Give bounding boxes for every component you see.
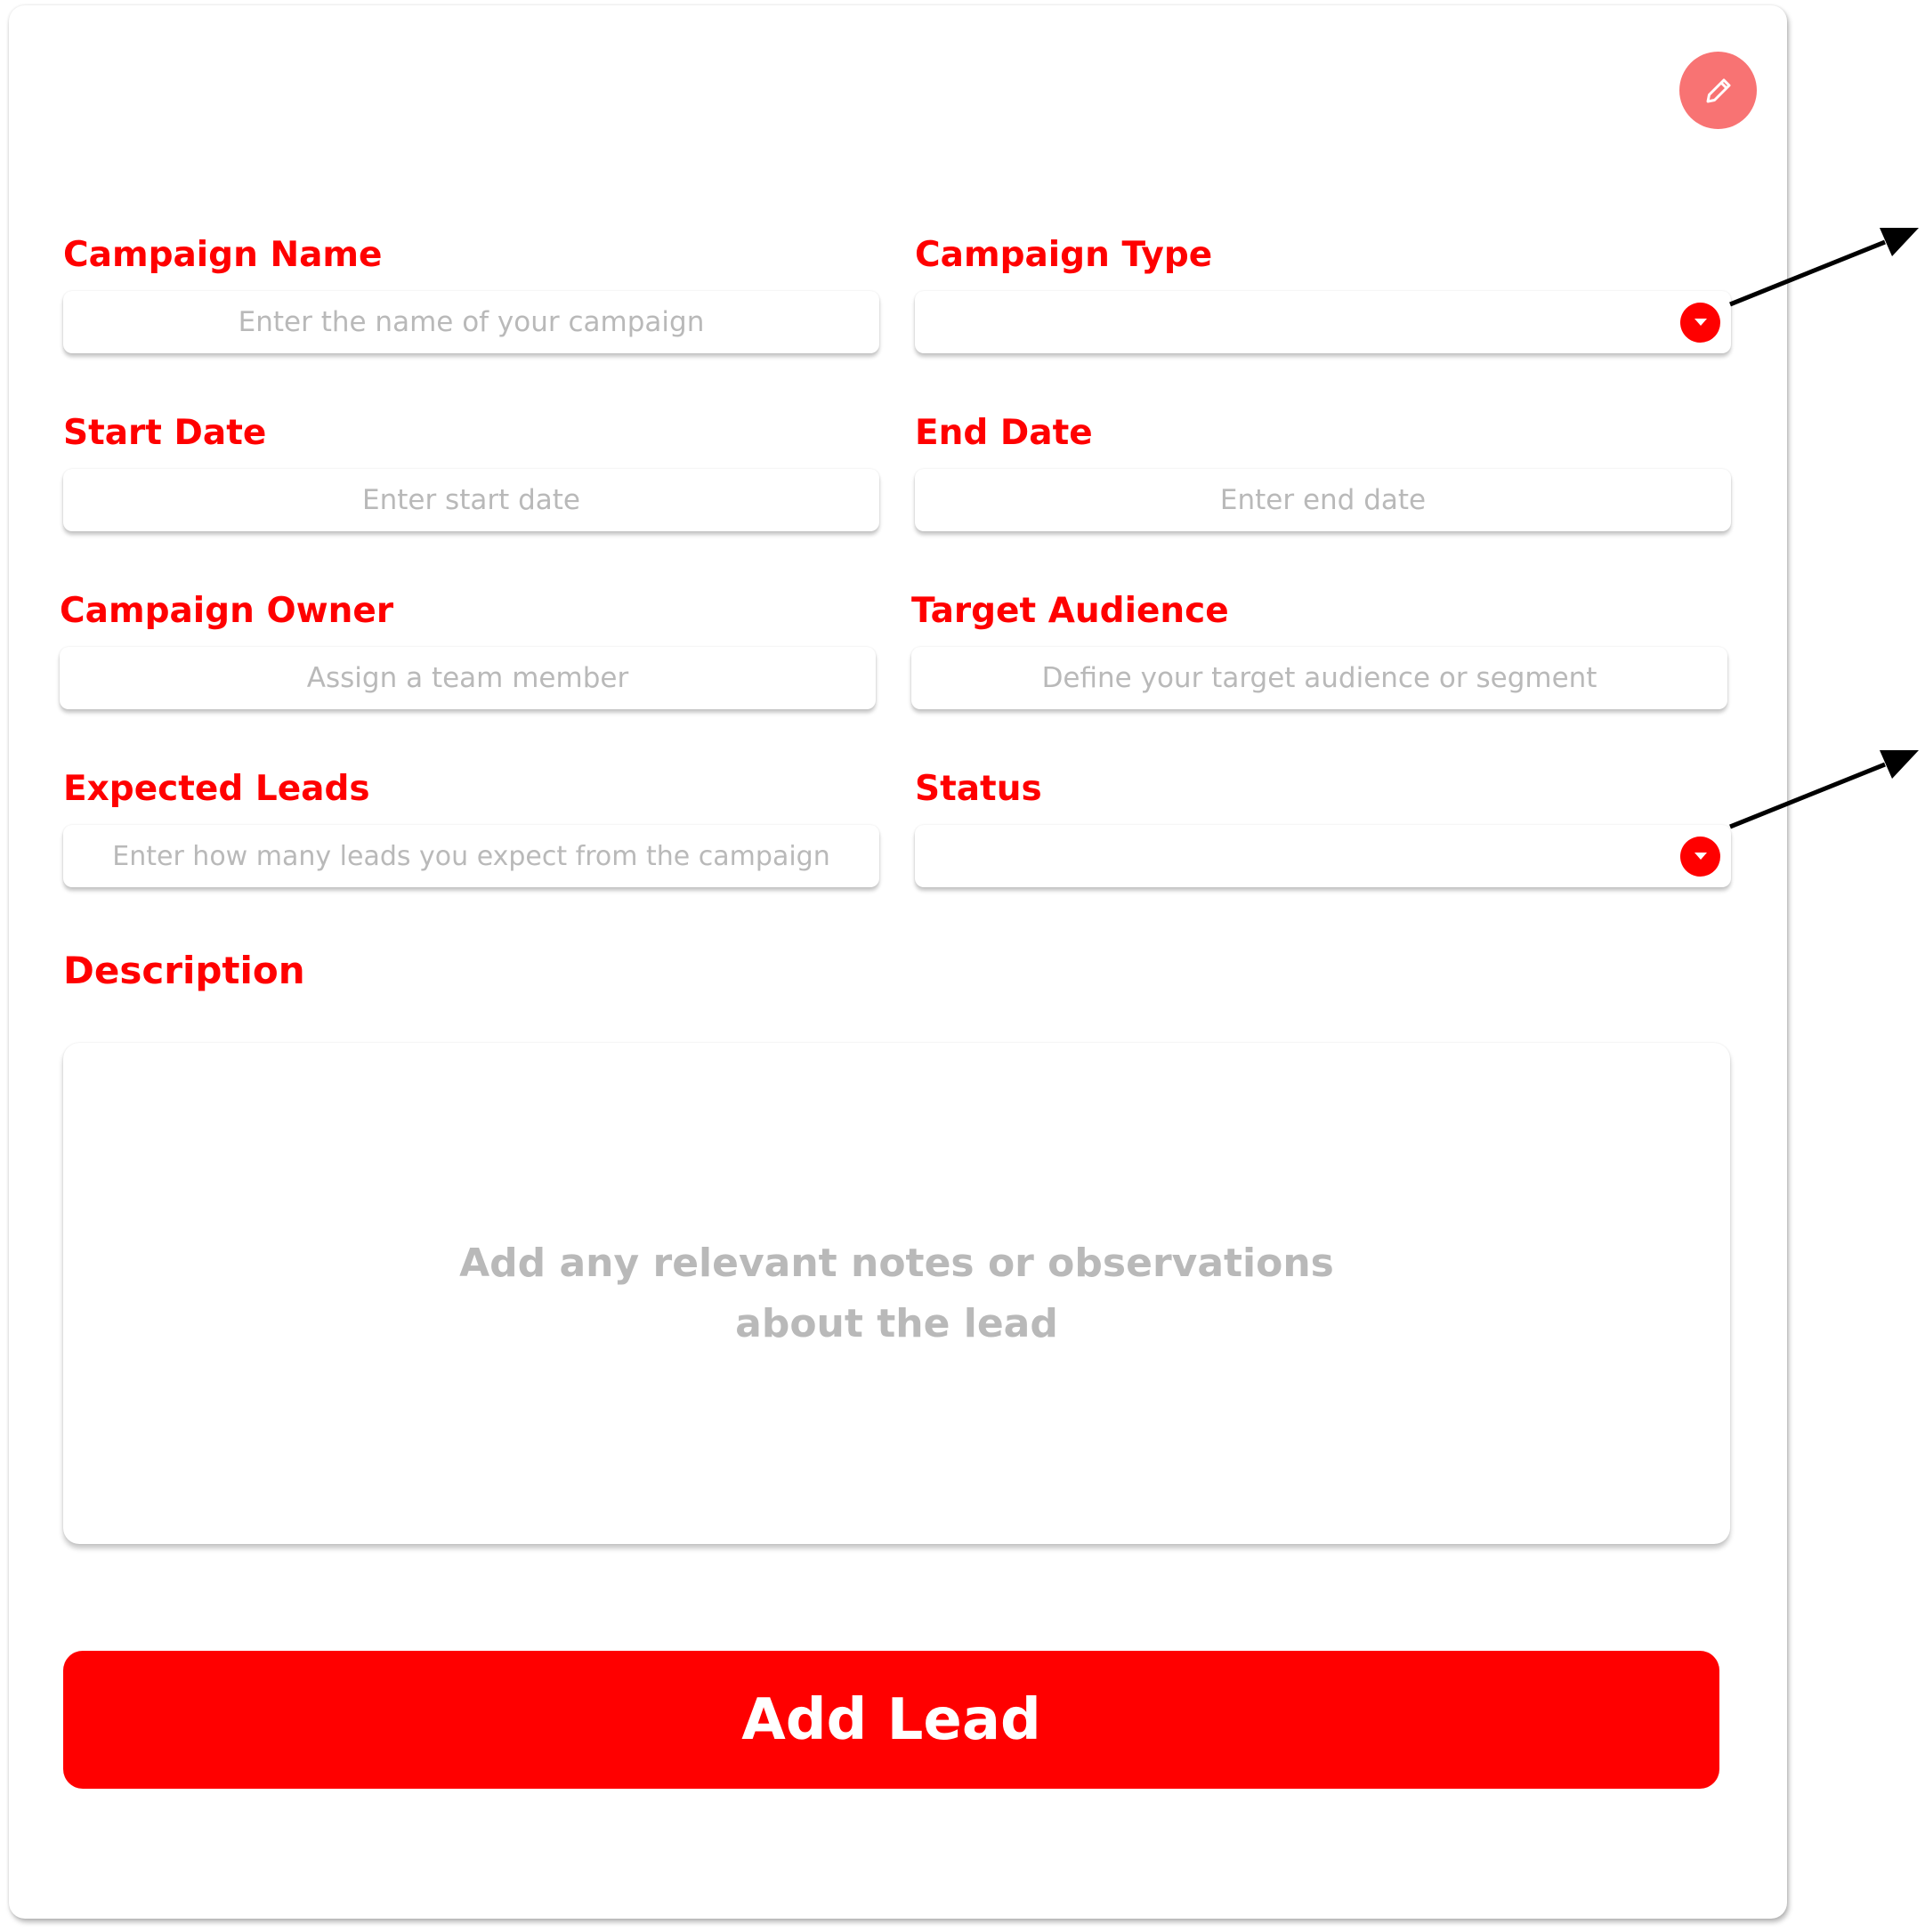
campaign-owner-input[interactable]	[60, 647, 876, 709]
campaign-type-select[interactable]	[915, 291, 1731, 353]
expected-leads-input[interactable]	[63, 825, 879, 887]
edit-button[interactable]	[1679, 52, 1757, 129]
target-audience-label: Target Audience	[911, 591, 1229, 631]
end-date-input[interactable]	[915, 469, 1731, 531]
arrow-icon	[1729, 750, 1919, 829]
target-audience-field	[911, 647, 1727, 709]
end-date-label: End Date	[915, 413, 1093, 453]
description-label: Description	[63, 949, 305, 992]
status-select[interactable]	[915, 825, 1731, 887]
page: Campaign Name Campaign Type Start Date E…	[0, 0, 1925, 1932]
start-date-label: Start Date	[63, 413, 267, 453]
start-date-input[interactable]	[63, 469, 879, 531]
description-textarea[interactable]: Add any relevant notes or observations a…	[63, 1043, 1730, 1544]
caret-down-icon[interactable]	[1680, 836, 1720, 877]
expected-leads-label: Expected Leads	[63, 769, 370, 809]
target-audience-input[interactable]	[911, 647, 1727, 709]
end-date-field	[915, 469, 1731, 531]
expected-leads-field	[63, 825, 879, 887]
start-date-field	[63, 469, 879, 531]
campaign-owner-field	[60, 647, 876, 709]
add-lead-button[interactable]: Add Lead	[63, 1651, 1719, 1789]
status-label: Status	[915, 769, 1042, 809]
arrow-icon	[1729, 228, 1919, 307]
campaign-name-label: Campaign Name	[63, 235, 383, 275]
campaign-owner-label: Campaign Owner	[60, 591, 394, 631]
campaign-name-input[interactable]	[63, 291, 879, 353]
campaign-type-label: Campaign Type	[915, 235, 1213, 275]
pencil-icon	[1706, 78, 1730, 102]
campaign-name-field	[63, 291, 879, 353]
description-placeholder: Add any relevant notes or observations a…	[459, 1240, 1334, 1346]
caret-down-icon[interactable]	[1680, 302, 1720, 343]
